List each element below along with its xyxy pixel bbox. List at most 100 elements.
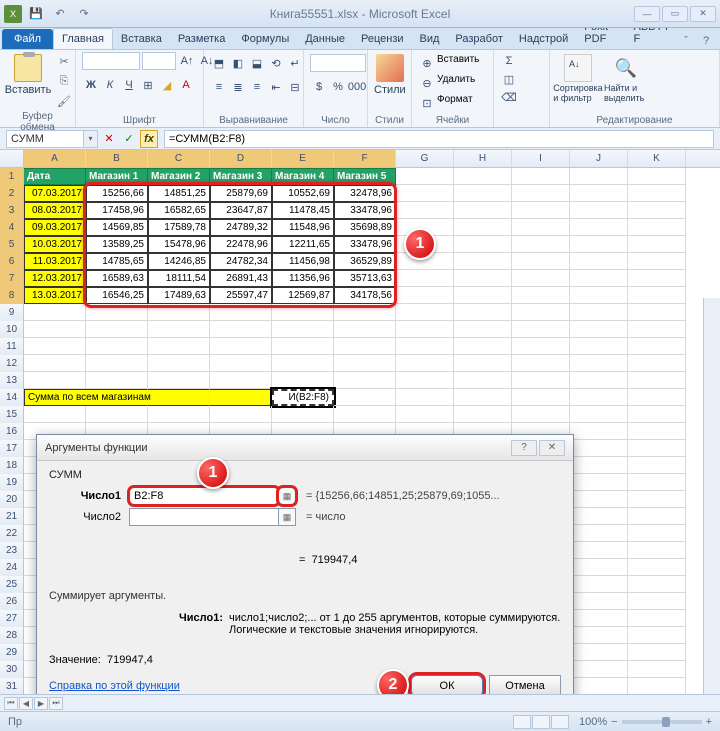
cell-J18[interactable]: [570, 457, 628, 474]
cell-J3[interactable]: [570, 202, 628, 219]
dialog-help-icon[interactable]: ?: [511, 440, 537, 456]
underline-icon[interactable]: Ч: [120, 76, 138, 94]
cell-A11[interactable]: [24, 338, 86, 355]
tab-formulas[interactable]: Формулы: [233, 29, 297, 49]
cell-K25[interactable]: [628, 576, 686, 593]
copy-icon[interactable]: ⎘: [54, 72, 74, 90]
cell-G2[interactable]: [396, 185, 454, 202]
cell-J27[interactable]: [570, 610, 628, 627]
cell-K12[interactable]: [628, 355, 686, 372]
cell-K13[interactable]: [628, 372, 686, 389]
ribbon-minimize-icon[interactable]: ˇ: [678, 33, 694, 49]
cell-J13[interactable]: [570, 372, 628, 389]
row-header-20[interactable]: 20: [0, 491, 24, 508]
view-break-icon[interactable]: [551, 715, 569, 729]
cell-K11[interactable]: [628, 338, 686, 355]
cell-D4[interactable]: 24789,32: [210, 219, 272, 236]
cell-K16[interactable]: [628, 423, 686, 440]
cell-K29[interactable]: [628, 644, 686, 661]
cell-B5[interactable]: 13589,25: [86, 236, 148, 253]
cell-J2[interactable]: [570, 185, 628, 202]
cell-J6[interactable]: [570, 253, 628, 270]
cell-I12[interactable]: [512, 355, 570, 372]
zoom-level[interactable]: 100%: [579, 716, 607, 728]
cell-C4[interactable]: 17589,78: [148, 219, 210, 236]
cell-F13[interactable]: [334, 372, 396, 389]
cell-E14[interactable]: И(B2:F8): [272, 389, 334, 406]
qat-save-icon[interactable]: 💾: [26, 5, 46, 23]
cell-D14[interactable]: [210, 389, 272, 406]
row-header-19[interactable]: 19: [0, 474, 24, 491]
row-header-14[interactable]: 14: [0, 389, 24, 406]
align-left-icon[interactable]: ≡: [210, 78, 228, 96]
insert-cells-button[interactable]: ⊕Вставить: [418, 54, 479, 72]
paste-button[interactable]: Вставить: [6, 52, 50, 96]
qat-redo-icon[interactable]: ↷: [74, 5, 94, 23]
cell-K2[interactable]: [628, 185, 686, 202]
cell-E5[interactable]: 12211,65: [272, 236, 334, 253]
cell-J12[interactable]: [570, 355, 628, 372]
maximize-button[interactable]: ▭: [662, 6, 688, 22]
cell-I9[interactable]: [512, 304, 570, 321]
cell-C8[interactable]: 17489,63: [148, 287, 210, 304]
enter-formula-icon[interactable]: ✓: [120, 130, 138, 148]
cell-K5[interactable]: [628, 236, 686, 253]
cell-H4[interactable]: [454, 219, 512, 236]
row-header-11[interactable]: 11: [0, 338, 24, 355]
clear-icon[interactable]: ⌫: [500, 88, 518, 106]
cell-F8[interactable]: 34178,56: [334, 287, 396, 304]
font-color-icon[interactable]: A: [177, 76, 195, 94]
cell-J5[interactable]: [570, 236, 628, 253]
delete-cells-button[interactable]: ⊖Удалить: [418, 74, 475, 92]
cell-F11[interactable]: [334, 338, 396, 355]
cell-A15[interactable]: [24, 406, 86, 423]
cell-A14[interactable]: Сумма по всем магазинам: [24, 389, 86, 406]
cell-A5[interactable]: 10.03.2017: [24, 236, 86, 253]
cell-C12[interactable]: [148, 355, 210, 372]
cell-B10[interactable]: [86, 321, 148, 338]
cell-A12[interactable]: [24, 355, 86, 372]
cell-E3[interactable]: 11478,45: [272, 202, 334, 219]
help-link[interactable]: Справка по этой функции: [49, 680, 180, 692]
cell-J19[interactable]: [570, 474, 628, 491]
cell-D10[interactable]: [210, 321, 272, 338]
bold-icon[interactable]: Ж: [82, 76, 100, 94]
align-center-icon[interactable]: ≣: [229, 78, 247, 96]
row-header-22[interactable]: 22: [0, 525, 24, 542]
row-header-4[interactable]: 4: [0, 219, 24, 236]
cell-I4[interactable]: [512, 219, 570, 236]
currency-icon[interactable]: $: [310, 78, 328, 96]
arg2-range-picker-icon[interactable]: ▦: [278, 508, 296, 526]
cell-I2[interactable]: [512, 185, 570, 202]
cell-K30[interactable]: [628, 661, 686, 678]
cell-K27[interactable]: [628, 610, 686, 627]
align-right-icon[interactable]: ≡: [248, 78, 266, 96]
cell-I10[interactable]: [512, 321, 570, 338]
row-header-15[interactable]: 15: [0, 406, 24, 423]
cell-E12[interactable]: [272, 355, 334, 372]
select-all-corner[interactable]: [0, 150, 24, 167]
cell-J8[interactable]: [570, 287, 628, 304]
col-header-D[interactable]: D: [210, 150, 272, 167]
cancel-formula-icon[interactable]: ✕: [100, 130, 118, 148]
col-header-H[interactable]: H: [454, 150, 512, 167]
cell-E10[interactable]: [272, 321, 334, 338]
cell-E9[interactable]: [272, 304, 334, 321]
arg1-input[interactable]: [129, 487, 279, 505]
sheet-nav-next-icon[interactable]: ▶: [34, 697, 48, 710]
cell-A8[interactable]: 13.03.2017: [24, 287, 86, 304]
cell-C6[interactable]: 14246,85: [148, 253, 210, 270]
cell-F9[interactable]: [334, 304, 396, 321]
row-header-25[interactable]: 25: [0, 576, 24, 593]
row-header-29[interactable]: 29: [0, 644, 24, 661]
cell-E7[interactable]: 11356,96: [272, 270, 334, 287]
cell-C9[interactable]: [148, 304, 210, 321]
sheet-nav-first-icon[interactable]: ⏮: [4, 697, 18, 710]
cell-A2[interactable]: 07.03.2017: [24, 185, 86, 202]
cell-I3[interactable]: [512, 202, 570, 219]
cell-F10[interactable]: [334, 321, 396, 338]
wrap-icon[interactable]: ↵: [286, 54, 304, 72]
cell-E11[interactable]: [272, 338, 334, 355]
tab-dev[interactable]: Разработ: [447, 29, 510, 49]
cell-E8[interactable]: 12569,87: [272, 287, 334, 304]
